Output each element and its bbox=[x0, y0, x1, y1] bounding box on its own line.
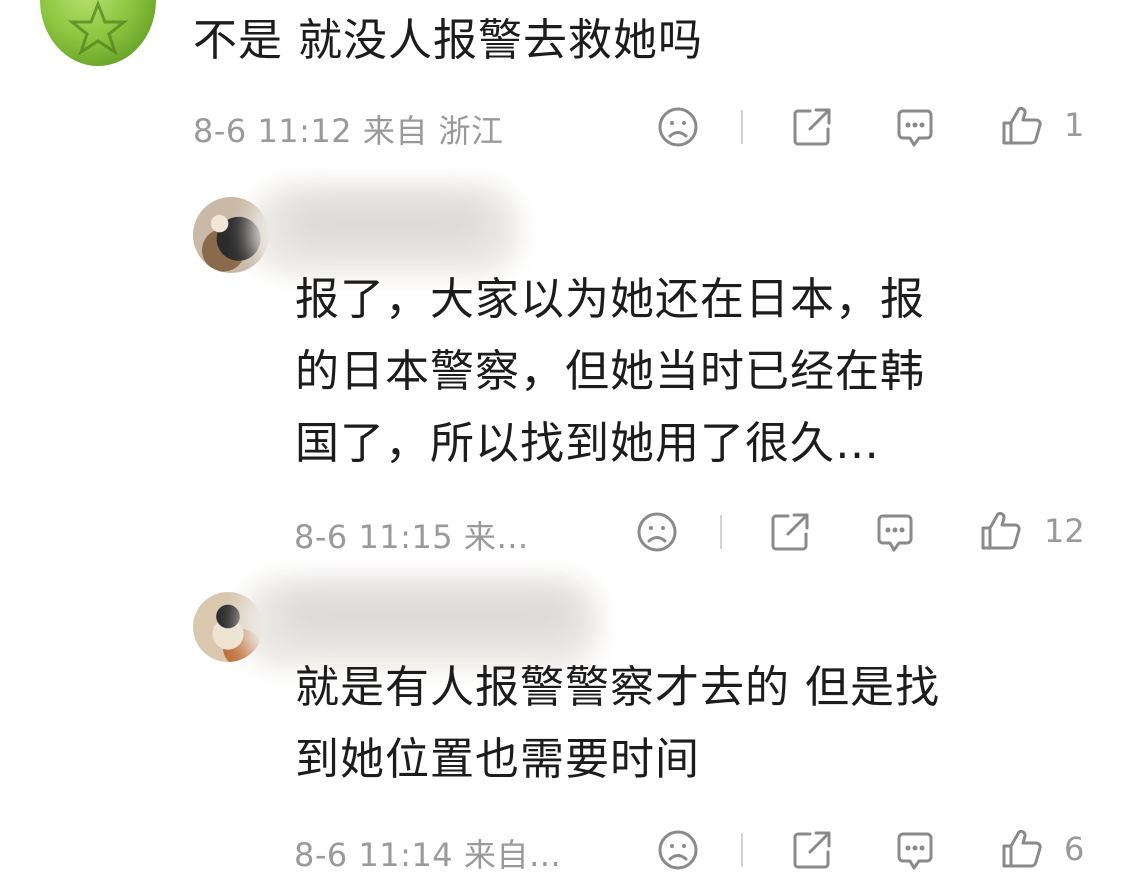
share-icon[interactable] bbox=[790, 105, 834, 149]
share-icon[interactable] bbox=[768, 510, 812, 554]
thumbs-up-icon[interactable] bbox=[979, 509, 1023, 553]
comment-bubble-icon[interactable] bbox=[873, 511, 917, 555]
reply-text-line: 的日本警察，但她当时已经在韩 bbox=[295, 346, 925, 397]
sad-face-icon[interactable] bbox=[635, 510, 679, 554]
thumbs-up-icon[interactable] bbox=[1000, 104, 1044, 148]
reply-text-line: 就是有人报警警察才去的 但是找 bbox=[295, 662, 940, 713]
divider bbox=[720, 515, 722, 549]
divider bbox=[741, 833, 743, 867]
reply-text-line: 报了，大家以为她还在日本，报 bbox=[295, 274, 925, 325]
sad-face-icon[interactable] bbox=[656, 828, 700, 872]
like-count: 12 bbox=[1044, 512, 1085, 550]
like-count: 1 bbox=[1064, 106, 1085, 144]
divider bbox=[741, 110, 743, 144]
comment-text: 不是 就没人报警去救她吗 bbox=[193, 15, 703, 66]
avatar[interactable] bbox=[40, 0, 156, 66]
comment-meta: 8-6 11:12 来自 浙江 bbox=[193, 112, 504, 150]
star-icon bbox=[68, 0, 128, 56]
reply-text-line: 国了，所以找到她用了很久… bbox=[295, 418, 880, 469]
comment-meta: 8-6 11:14 来自… bbox=[294, 836, 562, 874]
comment-bubble-icon[interactable] bbox=[893, 106, 937, 150]
username-blurred[interactable] bbox=[278, 592, 578, 638]
sad-face-icon[interactable] bbox=[656, 105, 700, 149]
thumbs-up-icon[interactable] bbox=[1000, 827, 1044, 871]
reply-text-line: 到她位置也需要时间 bbox=[295, 734, 700, 785]
share-icon[interactable] bbox=[790, 828, 834, 872]
like-count: 6 bbox=[1064, 830, 1085, 868]
comment-meta: 8-6 11:15 来… bbox=[294, 518, 529, 556]
username-blurred[interactable] bbox=[285, 200, 490, 246]
comment-bubble-icon[interactable] bbox=[893, 829, 937, 873]
